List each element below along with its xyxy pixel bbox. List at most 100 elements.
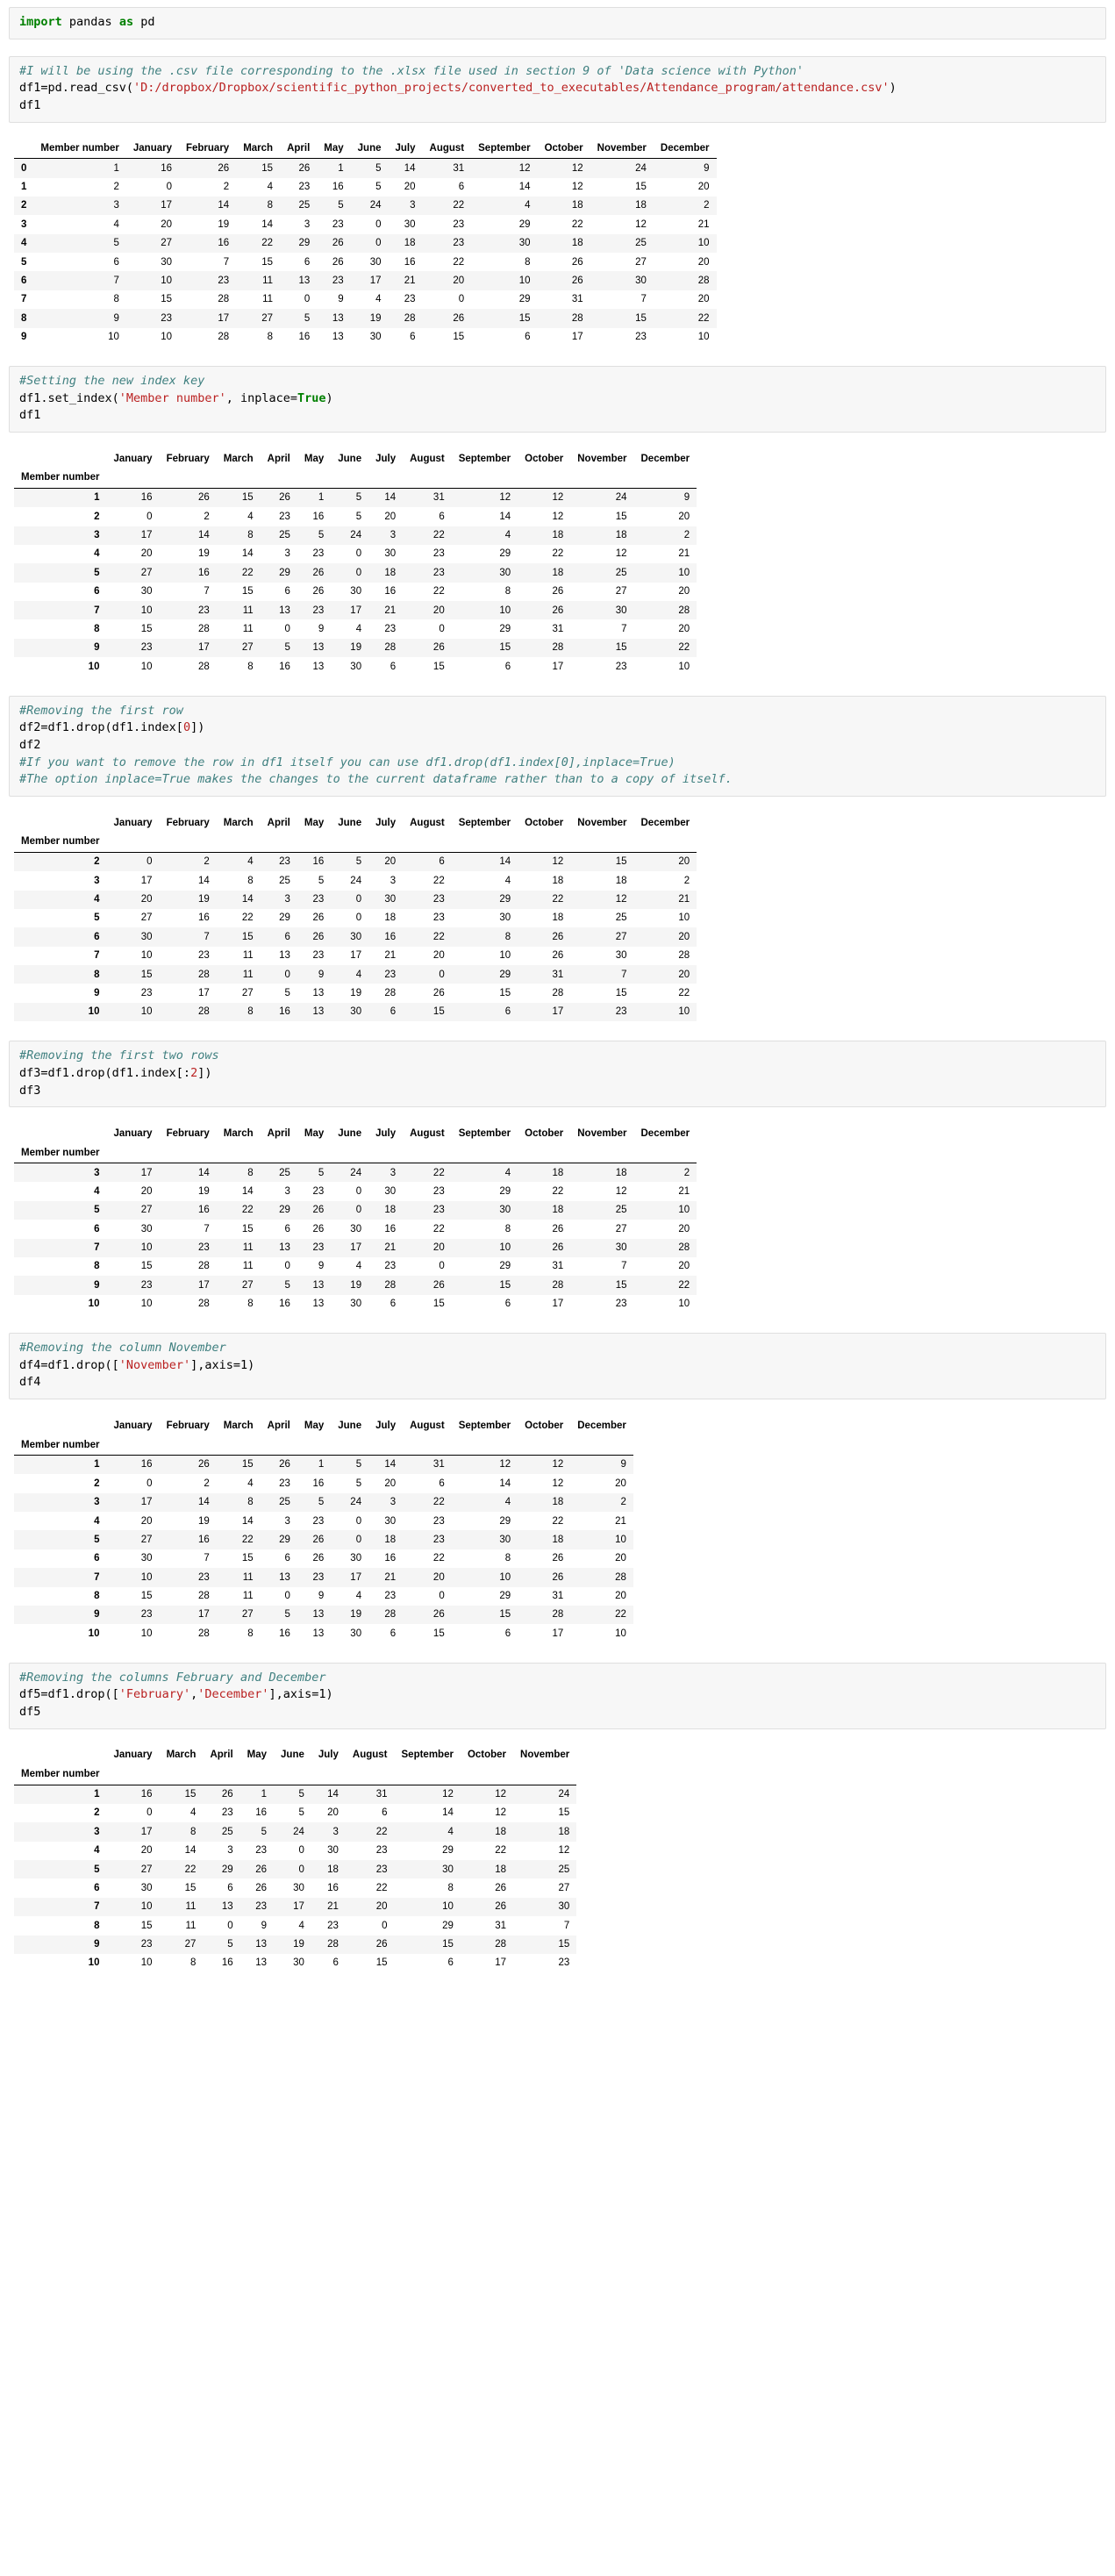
table-cell: 4 [504,530,511,541]
table-header-row: January February March April May June July Augu… [14,1416,633,1435]
table-cell: 26 [495,1882,507,1893]
table-row: 2 3 17 14 8 25 5 24 3 22 4 18 18 2 [14,196,717,216]
table-cell: 23 [221,1807,233,1819]
table-cell: 17 [495,1957,507,1969]
table-cell: 12 [571,162,583,174]
column-header: August [410,1127,445,1139]
row-index-cell: 9 [94,1279,100,1291]
table-row: 6 30 7 15 6 26 30 16 22 8 26 27 20 [14,582,697,602]
table-row: 6 7 10 23 11 13 23 17 21 20 10 26 30 28 [14,271,717,290]
table-cell: 14 [241,1185,254,1197]
table-cell: 14 [241,1515,254,1527]
table-cell: 10 [678,1205,690,1216]
table-cell: 23 [615,661,627,672]
table-cell: 25 [298,200,311,211]
code-token: df2 [19,737,41,752]
table-cell: 11 [185,1901,197,1913]
index-row-filler [518,832,570,852]
table-cell: 8 [504,1553,511,1564]
row-index-cell: 0 [21,162,27,174]
code-cell-cell-droptwocols[interactable]: #Removing the columns February and Decem… [9,1662,1106,1729]
table-cell: 27 [140,1534,153,1545]
table-cell: 3 [284,1515,290,1527]
table-cell: 22 [241,1534,254,1545]
table-cell: 16 [332,182,344,193]
table-cell: 4 [375,294,382,305]
row-index-cell: 2 [94,1807,100,1819]
table-cell: 4 [525,200,531,211]
table-cell: 5 [355,1478,362,1489]
row-index-cell: 3 [94,1826,100,1837]
code-cell-cell-dropcol[interactable]: #Removing the column November df4=df1.dr… [9,1333,1106,1400]
row-index-cell: 9 [94,1939,100,1950]
code-cell-cell-import[interactable]: import pandas as pd [9,7,1106,39]
table-cell: 23 [312,894,325,905]
table-cell: 27 [261,312,274,324]
table-cell: 7 [204,586,210,597]
code-line: df4=df1.drop(['November'],axis=1) [19,1358,254,1372]
index-row-filler [331,1143,368,1163]
table-cell: 23 [432,548,445,560]
table-cell: 13 [255,1939,268,1950]
table-cell: 7 [204,931,210,942]
code-cell-cell-readcsv[interactable]: #I will be using the .csv file correspon… [9,55,1106,123]
code-token: ],axis=1) [268,1687,333,1702]
table-cell: 9 [318,969,325,980]
table-cell: 29 [279,912,290,924]
table-cell: 10 [678,567,690,578]
table-cell: 23 [432,1534,445,1545]
column-header: April [210,1750,233,1761]
table-cell: 20 [327,1807,339,1819]
table-cell: 10 [108,332,119,343]
table-cell: 16 [279,1299,290,1310]
column-header: May [304,1127,325,1139]
table-cell: 18 [384,1205,397,1216]
table-cell: 10 [615,1628,626,1639]
index-row-filler [297,1143,331,1163]
table-cell: 23 [384,969,397,980]
table-cell: 20 [140,548,153,560]
code-cell-cell-droptworows[interactable]: #Removing the first two rows df3=df1.dro… [9,1041,1106,1108]
table-cell: 18 [552,530,564,541]
row-index-cell: 3 [94,1167,100,1178]
code-token: ]) [197,1065,212,1080]
table-cell: 9 [338,294,344,305]
row-index-cell: 7 [94,1242,100,1254]
table-cell: 0 [355,1185,362,1197]
row-index-cell: 6 [94,931,100,942]
code-token: 0 [182,720,191,735]
table-row: 8 15 11 0 9 4 23 0 29 31 7 [14,1916,577,1936]
table-row: 6 30 7 15 6 26 30 16 22 8 26 27 20 [14,1220,697,1239]
table-cell: 15 [161,294,172,305]
table-row: 5 27 16 22 29 26 0 18 23 30 18 25 10 [14,1200,697,1220]
table-cell: 28 [552,1279,564,1291]
index-row-filler [261,1435,297,1456]
code-cell-cell-droprow[interactable]: #Removing the first row df2=df1.drop(df1… [9,695,1106,798]
row-index-cell: 9 [94,1609,100,1621]
code-line: #If you want to remove the row in df1 it… [19,755,675,769]
table-cell: 31 [495,1920,507,1931]
table-cell: 20 [140,1515,153,1527]
table-cell: 15 [615,1279,627,1291]
table-cell: 16 [198,1534,210,1545]
table-cell: 12 [558,1845,570,1857]
row-index-cell: 6 [21,275,27,286]
table-cell: 26 [571,275,583,286]
table-cell: 11 [242,623,254,634]
column-header: January [113,1127,153,1139]
code-cell-cell-setindex[interactable]: #Setting the new index key df1.set_index… [9,365,1106,433]
table-cell: 28 [552,1609,564,1621]
table-cell: 20 [678,1261,690,1272]
table-cell: 23 [312,1515,325,1527]
table-cell: 23 [198,1242,210,1254]
table-cell: 17 [140,1497,153,1508]
table-cell: 23 [384,1261,397,1272]
table-row: 4 20 19 14 3 23 0 30 23 29 22 12 21 [14,1182,697,1201]
column-header: February [166,453,210,464]
table-cell: 8 [504,931,511,942]
table-cell: 1 [113,162,119,174]
column-header: August [422,139,472,160]
table-cell: 10 [442,1901,454,1913]
table-cell: 12 [495,1807,507,1819]
index-row-filler [160,1143,217,1163]
